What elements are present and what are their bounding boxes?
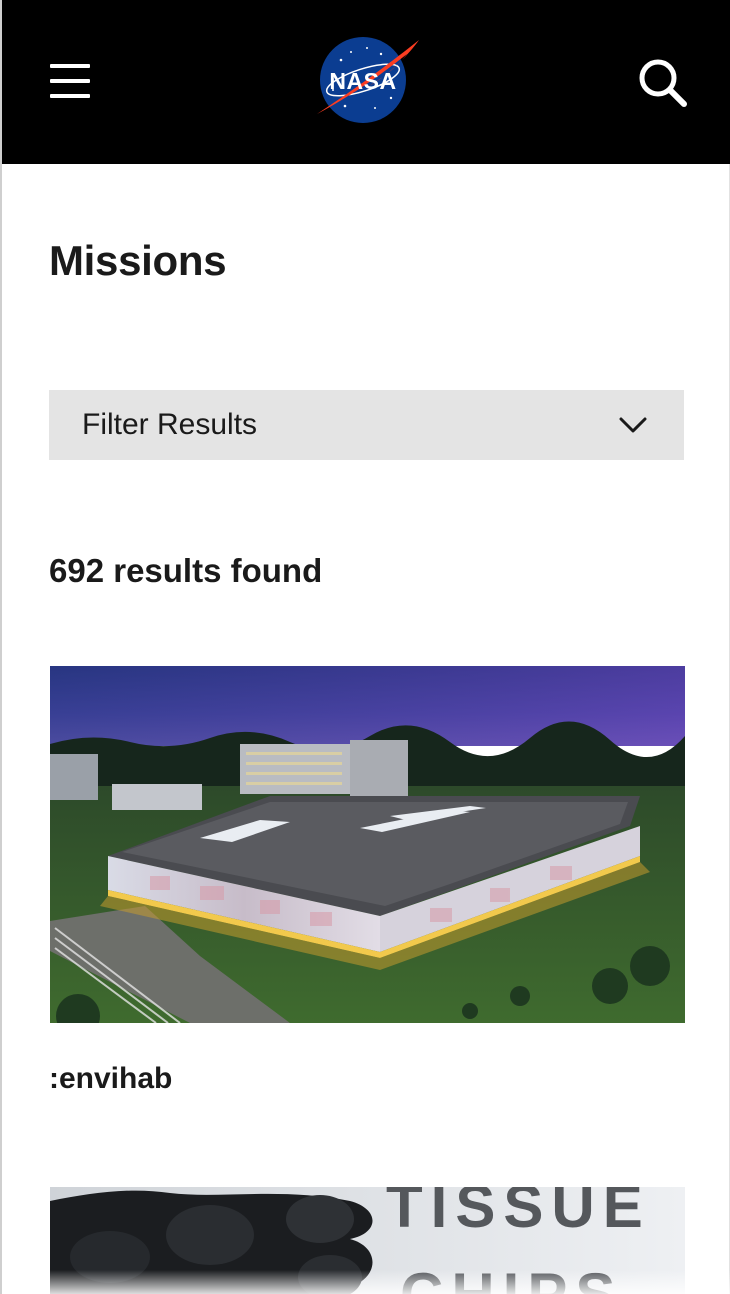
- tissue-chips-text-line1: TISSUE: [386, 1187, 651, 1240]
- page-title: Missions: [49, 237, 227, 284]
- search-icon: [639, 59, 687, 107]
- tissue-chips-card-image[interactable]: TISSUE CHIPS: [50, 1187, 685, 1294]
- hamburger-menu-button[interactable]: [40, 52, 100, 108]
- envihab-card-image[interactable]: [50, 666, 685, 1023]
- search-button[interactable]: [634, 54, 692, 110]
- hamburger-menu-icon: [50, 64, 90, 68]
- hamburger-menu-icon-bar: [50, 94, 90, 98]
- nasa-meatball-icon: NASA: [317, 37, 419, 123]
- tissue-chips-text-line2: CHIPS: [400, 1261, 623, 1294]
- chevron-down-icon: [619, 417, 647, 433]
- nasa-logo-text: NASA: [329, 68, 396, 94]
- results-count: 692 results found: [49, 552, 323, 589]
- site-header: NASA: [2, 0, 730, 164]
- nasa-logo[interactable]: NASA: [311, 34, 423, 126]
- filter-results-label: Filter Results: [82, 408, 258, 441]
- hamburger-menu-icon-bar: [50, 79, 90, 83]
- mission-card-title[interactable]: :envihab: [49, 1060, 172, 1098]
- filter-results-dropdown[interactable]: Filter Results: [49, 390, 684, 460]
